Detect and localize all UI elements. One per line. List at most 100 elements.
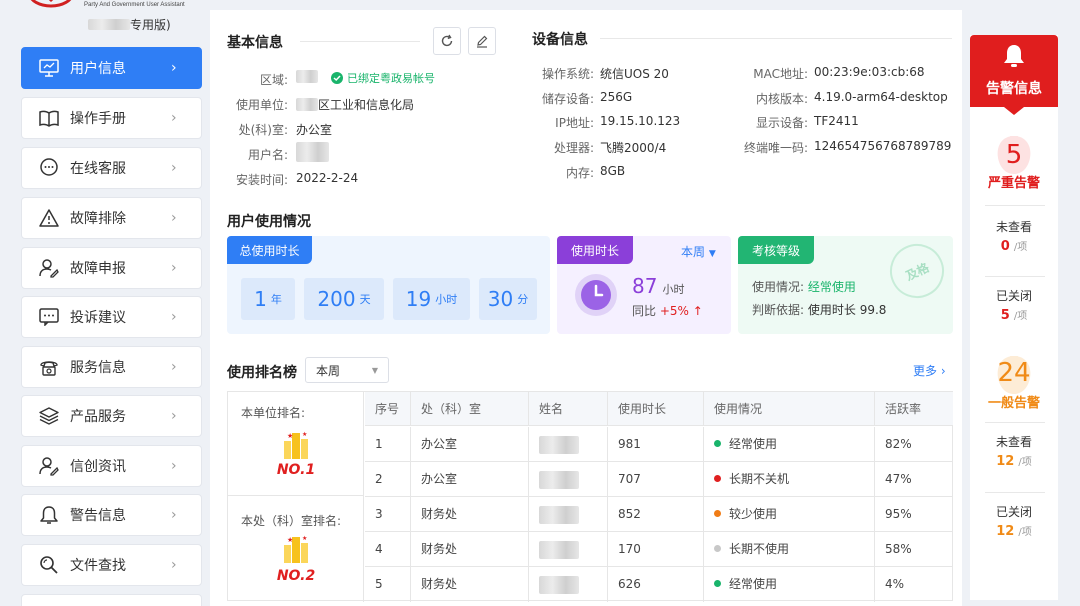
sidebar-item-label: 投诉建议 (70, 310, 126, 326)
sidebar-item[interactable]: 文件查找 › (21, 544, 202, 586)
os-label: 操作系统: (541, 67, 594, 81)
terminal-id-label: 终端唯一码: (743, 141, 808, 155)
grade-tag: 考核等级 (738, 236, 814, 264)
ip-label: IP地址: (555, 116, 594, 130)
device-info-title: 设备信息 (532, 32, 588, 48)
unit-value: 区工业和信息化局 (296, 96, 414, 113)
caret-down-icon: ▼ (371, 365, 378, 375)
row-index: 5 (375, 577, 383, 591)
book-icon (38, 107, 60, 129)
dept-rank-value: NO.2 (276, 568, 316, 584)
unit-rank-block: 本单位排名: ★ ★ NO.1 (228, 392, 364, 496)
table-row[interactable]: 5 财务处 626 经常使用 4% (365, 567, 953, 602)
total-years: 1年 (241, 278, 295, 320)
row-duration: 170 (618, 542, 641, 556)
chevron-down-icon: ▼ (708, 249, 716, 259)
general-unread[interactable]: 12 /项 (970, 453, 1058, 469)
unit-label: 使用单位: (235, 98, 288, 112)
dept-value: 办公室 (296, 123, 333, 137)
general-closed-label: 已关闭 (995, 505, 1032, 519)
svg-text:★: ★ (302, 431, 307, 438)
row-dept: 财务处 (421, 507, 458, 521)
sidebar-item[interactable]: 警告信息 › (21, 494, 202, 536)
alert-header[interactable]: 告警信息 (970, 35, 1058, 107)
memory-label: 内存: (565, 166, 594, 180)
chevron-right-icon: › (171, 507, 177, 523)
sidebar-item[interactable]: 操作手册 › (21, 97, 202, 139)
sidebar-item[interactable]: 信创资讯 › (21, 445, 202, 487)
severe-label: 严重告警 (987, 176, 1040, 191)
duration-card: 使用时长 本周 ▼ 87 小时 同比 +5% ↑ (557, 236, 731, 334)
more-link[interactable]: 更多 › (913, 362, 946, 379)
sidebar-item[interactable]: 投诉建议 › (21, 296, 202, 338)
monitor-icon (38, 57, 60, 79)
user-news-icon (38, 455, 60, 477)
row-duration: 981 (618, 437, 641, 451)
bell-icon (38, 504, 60, 526)
row-status: 长期不使用 (729, 542, 790, 556)
storage-label: 储存设备: (541, 92, 594, 106)
status-dot (714, 475, 721, 482)
row-duration: 626 (618, 577, 641, 591)
bound-status: 已绑定粤政易帐号 (331, 70, 435, 86)
row-name-redacted (539, 575, 579, 594)
week-compare: 同比 +5% ↑ (632, 304, 703, 318)
row-active-rate: 4% (885, 577, 905, 591)
edit-button[interactable] (468, 27, 496, 55)
basic-info-title: 基本信息 (227, 35, 283, 51)
general-label: 一般告警 (987, 396, 1040, 411)
total-usage-card: 总使用时长 1年 200 天 19 小时 30 分 (227, 236, 550, 334)
chevron-right-icon: › (171, 557, 177, 573)
table-row[interactable]: 2 办公室 707 长期不关机 47% (365, 462, 953, 497)
arrow-up-icon: ↑ (692, 304, 703, 318)
sidebar-item-label: 操作手册 (70, 111, 126, 127)
table-row[interactable]: 4 财务处 170 长期不使用 58% (365, 532, 953, 567)
chevron-right-icon: › (171, 210, 177, 226)
chevron-right-icon: › (171, 458, 177, 474)
bound-text: 已绑定粤政易帐号 (347, 72, 435, 85)
sidebar-item[interactable]: 故障排除 › (21, 197, 202, 239)
chevron-right-icon: › (171, 309, 177, 325)
week-hours: 87 小时 (632, 274, 685, 298)
alert-title: 告警信息 (986, 81, 1042, 97)
usage-title: 用户使用情况 (227, 214, 311, 230)
sidebar-item[interactable]: 故障申报 › (21, 247, 202, 289)
grade-basis: 判断依据: 使用时长 99.8 (752, 303, 887, 317)
ranking-period-select[interactable]: 本周 ▼ (305, 357, 389, 383)
severe-unread[interactable]: 0 /项 (970, 238, 1058, 254)
duration-tag: 使用时长 (557, 236, 633, 264)
column-header: 活跃率 (874, 392, 953, 426)
refresh-button[interactable] (433, 27, 461, 55)
dept-rank-block: 本处（科）室排名: ★ ★ NO.2 (228, 496, 364, 602)
table-header: 序号 处（科）室 姓名 使用时长 使用情况 活跃率 (365, 392, 953, 426)
sidebar-item[interactable]: 产品服务 › (21, 395, 202, 437)
chevron-right-icon: › (171, 359, 177, 375)
period-select[interactable]: 本周 ▼ (681, 243, 716, 260)
sidebar-item[interactable] (21, 594, 202, 606)
row-name-redacted (539, 505, 579, 524)
region-value-redacted (296, 70, 318, 83)
row-active-rate: 58% (885, 542, 912, 556)
chevron-right-icon: › (171, 60, 177, 76)
message-icon (38, 306, 60, 328)
row-dept: 办公室 (421, 472, 458, 486)
table-row[interactable]: 3 财务处 852 较少使用 95% (365, 497, 953, 532)
svg-text:★: ★ (302, 535, 307, 542)
column-header: 姓名 (528, 392, 607, 426)
row-dept: 财务处 (421, 542, 458, 556)
status-dot (714, 545, 721, 552)
general-closed[interactable]: 12 /项 (970, 523, 1058, 539)
region-label: 区域: (259, 73, 288, 87)
chevron-right-icon: › (171, 408, 177, 424)
chevron-right-icon: › (171, 260, 177, 276)
sidebar-item[interactable]: 用户信息 › (21, 47, 202, 89)
refresh-icon (441, 34, 453, 47)
table-row[interactable]: 1 办公室 981 经常使用 82% (365, 427, 953, 462)
sidebar-item-label: 在线客服 (70, 161, 126, 177)
severe-closed[interactable]: 5 /项 (970, 307, 1058, 323)
sidebar-item-label: 产品服务 (70, 409, 126, 425)
unit-rank-value: NO.1 (276, 462, 316, 478)
sidebar-item[interactable]: 在线客服 › (21, 147, 202, 189)
sidebar-item[interactable]: 服务信息 › (21, 346, 202, 388)
status-dot (714, 580, 721, 587)
